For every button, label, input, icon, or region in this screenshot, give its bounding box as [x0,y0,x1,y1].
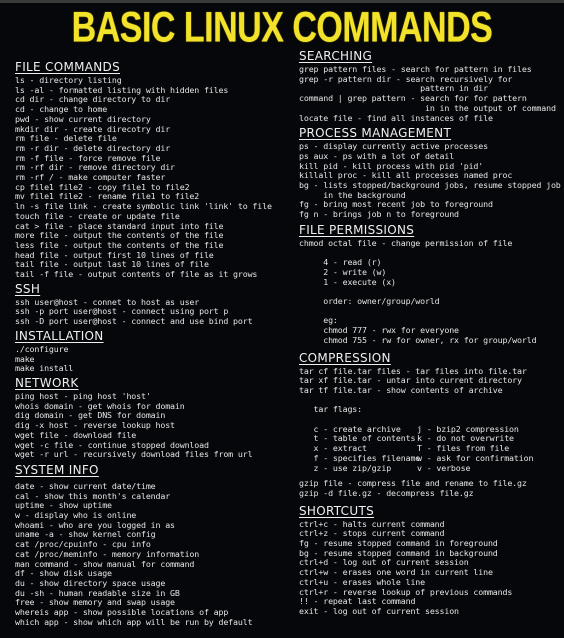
section-heading: FILE COMMANDS [15,60,120,74]
section-heading: INSTALLATION [15,328,104,343]
tar-flags-left: c - create archive t - table of contents… [299,424,421,474]
command-line: v - verbose [417,462,471,473]
section-heading: SHORTCUTS [299,503,374,518]
section-process-management: PROCESS MANAGEMENT ps - display currentl… [299,126,561,220]
section-compression: COMPRESSION tar cf file.tar files - tar … [299,351,561,499]
left-column: FILE COMMANDS ls - directory listing ls -… [15,60,285,629]
section-heading: SEARCHING [299,49,373,63]
command-line: wget -r url - recursively download files… [15,449,253,460]
top-border [0,0,564,3]
command-line: chmod 755 - rw for owner, rx for group/w… [299,334,537,345]
page-title: BASIC LINUX COMMANDS [71,4,493,52]
command-list: ssh user@host - connet to host as user ss… [15,297,285,327]
section-installation: INSTALLATION ./configure make make install [15,329,285,374]
section-heading: SYSTEM INFO [15,462,99,477]
command-line: fg n - brings job n to foreground [299,209,459,220]
section-file-permissions: FILE PERMISSIONS chmod octal file - chan… [299,223,561,346]
command-line: gzip -d file.gz - decompress file.gz [299,487,474,498]
gzip-list: gzip file - compress file and rename to … [299,479,561,498]
section-heading: NETWORK [15,375,79,390]
tar-flags-right: j - bzip2 compression k - do not overwrit… [417,424,557,474]
command-line: ssh -D port user@host - connect and use … [15,316,253,327]
command-line: make install [15,363,74,374]
example-list: chmod 777 - rwx for everyone chmod 755 -… [299,325,561,345]
section-heading: SSH [15,281,41,296]
command-line: exit - log out of current session [299,605,459,616]
command-list: date - show current date/time cal - show … [15,481,285,628]
command-line: z - use zip/gzip [299,462,392,473]
section-heading: PROCESS MANAGEMENT [299,126,452,141]
section-system-info: SYSTEM INFO date - show current date/tim… [15,463,285,628]
section-ssh: SSH ssh user@host - connet to host as us… [15,282,285,327]
section-heading: COMPRESSION [299,350,391,365]
section-network: NETWORK ping host - ping host 'host' whoi… [15,376,285,460]
section-searching: SEARCHING grep pattern files - search fo… [299,49,561,123]
command-line: which app - show which app will be run b… [15,616,253,627]
section-heading: FILE PERMISSIONS [299,222,415,237]
command-list: ./configure make make install [15,343,285,374]
chmod-intro: chmod octal file - change permission of … [299,237,513,248]
tar-flags-label: tar flags: [299,404,363,415]
tar-flags-table: c - create archive t - table of contents… [299,424,561,474]
order-note: order: owner/group/world [299,296,440,307]
section-file-commands: FILE COMMANDS ls - directory listing ls -… [15,60,285,280]
command-list: ls - directory listing ls -al - formatted… [15,75,285,280]
command-line: tail -f file - output contents of file a… [15,269,258,280]
command-list: ctrl+c - halts current command ctrl+z - s… [299,519,561,617]
command-line: ./configure [15,343,69,354]
command-line: 1 - execute (x) [299,276,396,287]
section-shortcuts: SHORTCUTS ctrl+c - halts current command… [299,504,561,617]
cheat-sheet: BASIC LINUX COMMANDS FILE COMMANDS ls - … [0,0,564,638]
octal-list: 4 - read (r) 2 - write (w) 1 - execute (… [299,258,561,287]
command-list: ping host - ping host 'host' whois domain… [15,391,285,460]
command-list: tar cf file.tar files - tar files into f… [299,366,561,396]
command-line: tar tf file.tar - show contents of archi… [299,384,503,395]
command-list: ps - display currently active processes p… [299,142,561,220]
right-column: SEARCHING grep pattern files - search fo… [299,49,561,619]
command-line: locate file - find all instances of file [299,112,493,123]
command-list: grep pattern files - search for pattern … [299,64,561,123]
